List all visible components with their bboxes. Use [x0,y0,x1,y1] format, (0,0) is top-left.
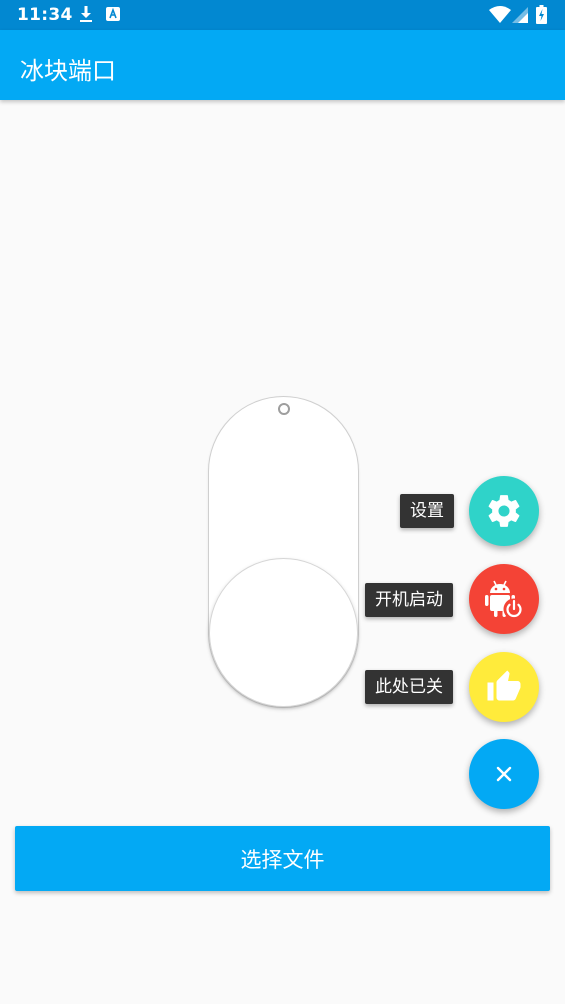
fab-label-off: 此处已关 [365,670,453,704]
wifi-icon [489,6,511,27]
gear-icon [485,492,523,530]
app-title: 冰块端口 [20,57,116,85]
app-notification-icon [105,6,121,26]
fab-label-settings: 设置 [400,494,454,528]
close-icon [496,766,512,782]
battery-charging-icon [536,5,547,28]
switch-indicator-dot [278,403,290,415]
settings-button[interactable] [469,476,539,546]
select-file-label: 选择文件 [240,847,325,872]
app-bar: 冰块端口 [0,30,565,100]
select-file-button[interactable]: 选择文件 [15,826,550,891]
download-icon [78,5,94,27]
boot-start-button[interactable] [469,564,539,634]
off-here-button[interactable] [469,652,539,722]
switch-knob[interactable] [209,558,358,707]
signal-icon [512,7,528,27]
status-time: 11:34 [17,5,73,25]
android-power-icon [481,576,527,622]
fab-menu-toggle-button[interactable] [469,739,539,809]
status-bar: 11:34 [0,0,565,30]
fab-label-boot: 开机启动 [365,583,453,617]
thumbs-up-icon [486,669,522,705]
